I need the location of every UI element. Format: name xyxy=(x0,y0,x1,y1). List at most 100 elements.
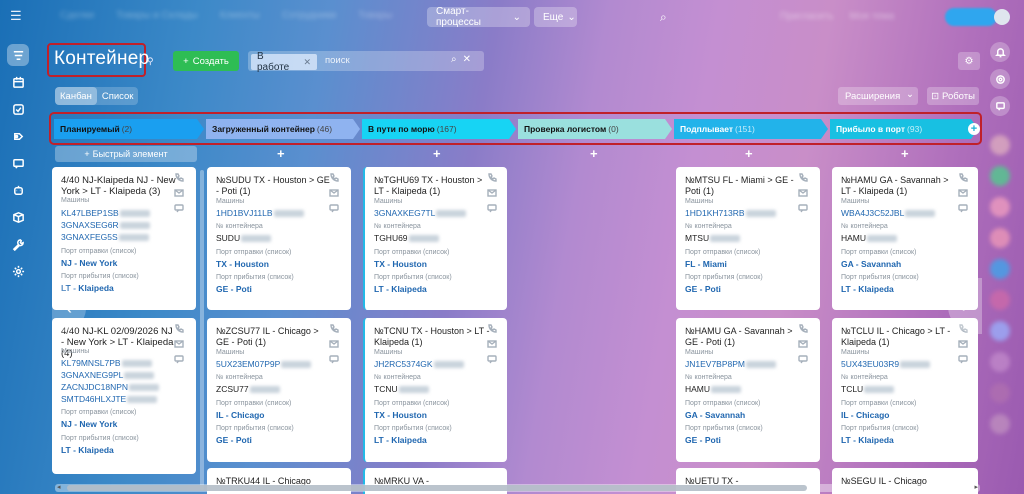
gear-icon[interactable] xyxy=(7,260,29,282)
stage-arrived[interactable]: Прибыло в порт (93) xyxy=(830,119,978,139)
port-arrival-value[interactable]: GE - Poti xyxy=(216,284,252,294)
smart-processes-tab[interactable]: Смарт-процессы ⌄ xyxy=(427,6,530,28)
chat-icon[interactable] xyxy=(7,152,29,174)
search-icon[interactable]: ⌕ xyxy=(451,54,457,65)
add-card-button[interactable]: + xyxy=(277,146,285,161)
machine-link[interactable]: 3GNAXKEG7TL xyxy=(374,208,467,218)
automation-icon[interactable] xyxy=(7,125,29,147)
close-icon[interactable]: ✕ xyxy=(303,57,311,68)
machine-link[interactable]: 3GNAXNEG9PL xyxy=(61,370,155,380)
tab-list[interactable]: Список xyxy=(97,87,139,105)
top-nav-item[interactable]: Товары и Склады xyxy=(116,10,198,21)
kanban-card[interactable]: №SUDU TX - Houston > GE - Poti (1) Машин… xyxy=(207,167,351,310)
kanban-card[interactable]: №TGHU69 TX - Houston > LT - Klaipeda (1)… xyxy=(363,167,507,310)
contact-avatar[interactable] xyxy=(990,352,1010,372)
tasks-icon[interactable] xyxy=(7,98,29,120)
column-scrollbar[interactable] xyxy=(200,170,204,490)
machine-link[interactable]: KL79MNSL7PB xyxy=(61,358,152,368)
port-departure-value[interactable]: GA - Savannah xyxy=(685,410,745,420)
machine-link[interactable]: KL47LBEP1SB xyxy=(61,208,150,218)
quick-add-button[interactable]: + Быстрый элемент xyxy=(55,146,197,162)
chat-icon[interactable] xyxy=(958,203,968,213)
theme-link[interactable]: Моя тема xyxy=(850,11,895,22)
mail-icon[interactable] xyxy=(174,339,184,349)
box-icon[interactable] xyxy=(7,206,29,228)
wrench-icon[interactable] xyxy=(7,233,29,255)
top-nav-item[interactable]: Товары xyxy=(358,10,392,21)
card-title[interactable]: №MTSU FL - Miami > GE - Poti (1) xyxy=(685,175,803,197)
contact-avatar[interactable] xyxy=(990,383,1010,403)
machine-link[interactable]: SMTD46HLXJTE xyxy=(61,394,158,404)
phone-icon[interactable] xyxy=(487,173,497,183)
port-arrival-value[interactable]: GE - Poti xyxy=(685,284,721,294)
calendar-icon[interactable] xyxy=(7,71,29,93)
search-input[interactable]: поиск xyxy=(325,55,350,66)
port-departure-value[interactable]: GA - Savannah xyxy=(841,259,901,269)
kanban-card[interactable]: №ZCSU77 IL - Chicago > GE - Poti (1) Маш… xyxy=(207,318,351,462)
link-icon[interactable]: ⚲ xyxy=(147,56,154,67)
port-departure-value[interactable]: TX - Houston xyxy=(374,259,427,269)
card-title[interactable]: №TCLU IL - Chicago > LT - Klaipeda (1) xyxy=(841,326,959,348)
robots-button[interactable]: ⊡ Роботы xyxy=(927,87,979,105)
chat-icon[interactable] xyxy=(798,203,808,213)
contact-avatar[interactable] xyxy=(990,414,1010,434)
card-title[interactable]: №TGHU69 TX - Houston > LT - Klaipeda (1) xyxy=(374,175,492,197)
stage-at-sea[interactable]: В пути по морю (167) xyxy=(362,119,516,139)
chat-icon[interactable] xyxy=(487,354,497,364)
phone-icon[interactable] xyxy=(487,324,497,334)
extensions-dropdown[interactable]: Расширения ⌄ xyxy=(838,87,918,105)
kanban-nav-icon[interactable] xyxy=(7,44,29,66)
mail-icon[interactable] xyxy=(329,339,339,349)
machine-link[interactable]: ZACNJDC18NPN xyxy=(61,382,160,392)
bell-icon[interactable] xyxy=(990,42,1010,62)
phone-icon[interactable] xyxy=(798,324,808,334)
kanban-card[interactable]: №HAMU GA - Savannah > GE - Poti (1) Маши… xyxy=(676,318,820,462)
port-departure-value[interactable]: TX - Houston xyxy=(216,259,269,269)
machine-link[interactable]: WBA4J3C52JBL xyxy=(841,208,936,218)
port-arrival-value[interactable]: LT - Klaipeda xyxy=(61,445,114,455)
port-departure-value[interactable]: NJ - New York xyxy=(61,258,117,268)
chat-icon[interactable] xyxy=(329,203,339,213)
phone-icon[interactable] xyxy=(798,173,808,183)
contact-avatar[interactable] xyxy=(990,321,1010,341)
scrollbar-thumb[interactable] xyxy=(67,485,807,491)
kanban-card[interactable]: №TCLU IL - Chicago > LT - Klaipeda (1) М… xyxy=(832,318,978,462)
machine-link[interactable]: JN1EV7BP8PM xyxy=(685,359,776,369)
chat-icon[interactable] xyxy=(174,203,184,213)
phone-icon[interactable] xyxy=(329,324,339,334)
mail-icon[interactable] xyxy=(798,188,808,198)
copilot-icon[interactable] xyxy=(990,69,1010,89)
more-tab[interactable]: Еще ⌄ xyxy=(534,7,577,27)
add-card-button[interactable]: + xyxy=(901,146,909,161)
port-arrival-value[interactable]: LT - Klaipeda xyxy=(374,435,427,445)
port-departure-value[interactable]: TX - Houston xyxy=(374,410,427,420)
top-nav-item[interactable]: Сделки xyxy=(60,10,94,21)
scroll-left-arrow-icon[interactable]: ◂ xyxy=(57,483,61,491)
add-card-button[interactable]: + xyxy=(745,146,753,161)
contact-avatar[interactable] xyxy=(990,228,1010,248)
port-departure-value[interactable]: IL - Chicago xyxy=(216,410,265,420)
scroll-right-arrow-icon[interactable]: ▸ xyxy=(974,483,978,491)
port-departure-value[interactable]: FL - Miami xyxy=(685,259,727,269)
contact-avatar[interactable] xyxy=(990,135,1010,155)
add-card-button[interactable]: + xyxy=(590,146,598,161)
kanban-card[interactable]: 4/40 NJ-KL 02/09/2026 NJ - New York > LT… xyxy=(52,318,196,474)
port-arrival-value[interactable]: GE - Poti xyxy=(685,435,721,445)
mail-icon[interactable] xyxy=(329,188,339,198)
mail-icon[interactable] xyxy=(487,339,497,349)
machine-link[interactable]: 1HD1KH713RB xyxy=(685,208,776,218)
settings-button[interactable]: ⚙ xyxy=(958,52,980,70)
horizontal-scrollbar[interactable]: ◂ ▸ xyxy=(55,484,980,492)
card-title[interactable]: №HAMU GA - Savannah > GE - Poti (1) xyxy=(685,326,803,348)
messages-icon[interactable] xyxy=(990,96,1010,116)
port-departure-value[interactable]: NJ - New York xyxy=(61,419,117,429)
chat-icon[interactable] xyxy=(174,354,184,364)
machine-link[interactable]: 5UX43EU03R9 xyxy=(841,359,931,369)
mail-icon[interactable] xyxy=(958,188,968,198)
phone-icon[interactable] xyxy=(174,324,184,334)
add-stage-button[interactable]: + xyxy=(968,123,980,135)
contact-avatar[interactable] xyxy=(990,259,1010,279)
stage-logist-check[interactable]: Проверка логистом (0) xyxy=(518,119,672,139)
mail-icon[interactable] xyxy=(174,188,184,198)
contact-avatar[interactable] xyxy=(990,197,1010,217)
